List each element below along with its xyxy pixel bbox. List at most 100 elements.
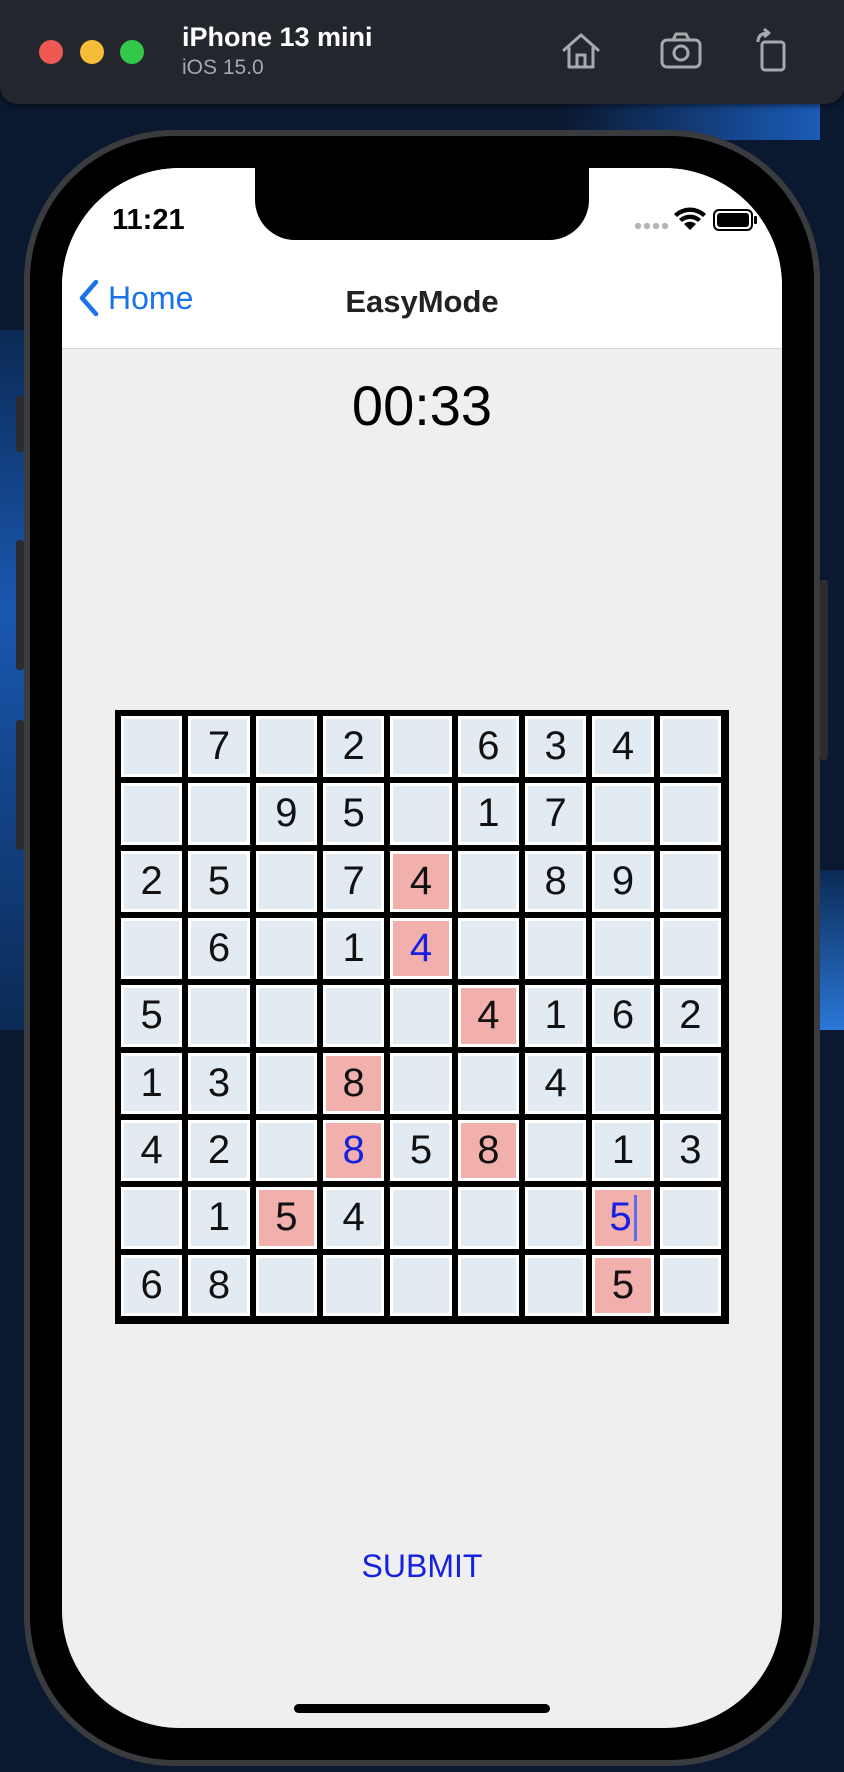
sudoku-cell[interactable] bbox=[121, 716, 183, 778]
sudoku-cell[interactable] bbox=[323, 1254, 385, 1316]
sudoku-cell[interactable]: 6 bbox=[188, 918, 250, 980]
sudoku-cell[interactable] bbox=[457, 850, 519, 912]
close-window-button[interactable] bbox=[39, 40, 63, 64]
sudoku-cell[interactable] bbox=[592, 918, 654, 980]
sudoku-cell[interactable]: 2 bbox=[188, 1120, 250, 1182]
sudoku-cell[interactable] bbox=[659, 1254, 721, 1316]
sudoku-cell[interactable]: 4 bbox=[457, 985, 519, 1047]
sudoku-cell[interactable]: 2 bbox=[659, 985, 721, 1047]
sudoku-cell[interactable]: 5 bbox=[188, 850, 250, 912]
sudoku-cell[interactable]: 4 bbox=[323, 1187, 385, 1249]
sudoku-cell[interactable] bbox=[255, 985, 317, 1047]
sudoku-cell[interactable]: 5 bbox=[592, 1254, 654, 1316]
sudoku-cell[interactable]: 4 bbox=[525, 1052, 587, 1114]
sudoku-cell[interactable] bbox=[457, 918, 519, 980]
sudoku-cell[interactable] bbox=[659, 783, 721, 845]
sudoku-cell[interactable]: 5 bbox=[592, 1187, 654, 1249]
status-time: 11:21 bbox=[112, 204, 185, 236]
sudoku-box: 8584 bbox=[323, 1120, 519, 1316]
sudoku-cell[interactable]: 8 bbox=[323, 1120, 385, 1182]
sudoku-cell[interactable] bbox=[390, 716, 452, 778]
sudoku-cell[interactable]: 7 bbox=[188, 716, 250, 778]
home-icon[interactable] bbox=[558, 28, 604, 74]
sudoku-cell[interactable] bbox=[592, 783, 654, 845]
sudoku-cell[interactable]: 4 bbox=[390, 850, 452, 912]
sudoku-cell[interactable] bbox=[659, 918, 721, 980]
sudoku-cell[interactable] bbox=[255, 1254, 317, 1316]
sudoku-cell[interactable]: 7 bbox=[323, 850, 385, 912]
sudoku-cell[interactable] bbox=[323, 985, 385, 1047]
sudoku-cell[interactable] bbox=[525, 1187, 587, 1249]
sudoku-cell[interactable]: 3 bbox=[188, 1052, 250, 1114]
zoom-window-button[interactable] bbox=[120, 40, 144, 64]
page-title: EasyMode bbox=[345, 284, 499, 319]
sudoku-box: 2 6 5 1 74 bbox=[323, 716, 519, 912]
sudoku-cell[interactable] bbox=[525, 1120, 587, 1182]
sudoku-cell[interactable] bbox=[390, 1254, 452, 1316]
sudoku-cell[interactable]: 4 bbox=[121, 1120, 183, 1182]
sudoku-cell[interactable]: 6 bbox=[592, 985, 654, 1047]
volume-up-button[interactable] bbox=[16, 540, 24, 670]
sudoku-cell[interactable] bbox=[255, 1052, 317, 1114]
sudoku-cell[interactable]: 1 bbox=[121, 1052, 183, 1114]
sudoku-box: 1355 bbox=[525, 1120, 721, 1316]
sudoku-cell[interactable]: 4 bbox=[390, 918, 452, 980]
sudoku-cell[interactable] bbox=[659, 1052, 721, 1114]
sudoku-cell[interactable] bbox=[659, 1187, 721, 1249]
sudoku-cell[interactable] bbox=[121, 783, 183, 845]
sudoku-cell[interactable]: 2 bbox=[323, 716, 385, 778]
sudoku-cell[interactable]: 5 bbox=[121, 985, 183, 1047]
sudoku-cell[interactable]: 8 bbox=[188, 1254, 250, 1316]
submit-button[interactable]: SUBMIT bbox=[62, 1548, 782, 1585]
sudoku-cell[interactable]: 5 bbox=[255, 1187, 317, 1249]
minimize-window-button[interactable] bbox=[80, 40, 104, 64]
sudoku-cell[interactable] bbox=[255, 850, 317, 912]
sudoku-cell[interactable]: 8 bbox=[525, 850, 587, 912]
sudoku-cell[interactable] bbox=[121, 918, 183, 980]
home-indicator[interactable] bbox=[294, 1704, 550, 1713]
sudoku-cell[interactable]: 2 bbox=[121, 850, 183, 912]
sudoku-cell[interactable] bbox=[457, 1052, 519, 1114]
sudoku-cell[interactable]: 5 bbox=[323, 783, 385, 845]
sudoku-cell[interactable]: 5 bbox=[390, 1120, 452, 1182]
sudoku-cell[interactable] bbox=[659, 716, 721, 778]
sudoku-cell[interactable] bbox=[457, 1254, 519, 1316]
sudoku-cell[interactable] bbox=[390, 1187, 452, 1249]
sudoku-cell[interactable] bbox=[390, 985, 452, 1047]
sudoku-cell[interactable]: 4 bbox=[592, 716, 654, 778]
sudoku-cell[interactable]: 6 bbox=[121, 1254, 183, 1316]
rotate-icon[interactable] bbox=[750, 28, 796, 74]
sudoku-cell[interactable] bbox=[188, 985, 250, 1047]
sudoku-cell[interactable]: 1 bbox=[457, 783, 519, 845]
sudoku-cell[interactable] bbox=[390, 1052, 452, 1114]
sudoku-cell[interactable]: 8 bbox=[457, 1120, 519, 1182]
sudoku-cell[interactable]: 1 bbox=[525, 985, 587, 1047]
sudoku-cell[interactable] bbox=[255, 716, 317, 778]
sudoku-cell[interactable] bbox=[188, 783, 250, 845]
notch bbox=[255, 168, 589, 240]
power-button[interactable] bbox=[820, 580, 828, 760]
mute-switch[interactable] bbox=[16, 396, 24, 452]
sudoku-cell[interactable] bbox=[121, 1187, 183, 1249]
sudoku-cell[interactable] bbox=[255, 1120, 317, 1182]
wifi-icon bbox=[674, 207, 706, 230]
screenshot-icon[interactable] bbox=[658, 28, 704, 74]
sudoku-cell[interactable]: 1 bbox=[323, 918, 385, 980]
sudoku-cell[interactable]: 9 bbox=[592, 850, 654, 912]
volume-down-button[interactable] bbox=[16, 720, 24, 850]
sudoku-cell[interactable] bbox=[525, 1254, 587, 1316]
sudoku-cell[interactable]: 3 bbox=[525, 716, 587, 778]
sudoku-cell[interactable]: 9 bbox=[255, 783, 317, 845]
sudoku-cell[interactable] bbox=[390, 783, 452, 845]
sudoku-cell[interactable]: 8 bbox=[323, 1052, 385, 1114]
sudoku-cell[interactable] bbox=[457, 1187, 519, 1249]
sudoku-cell[interactable] bbox=[525, 918, 587, 980]
sudoku-cell[interactable] bbox=[592, 1052, 654, 1114]
sudoku-cell[interactable] bbox=[255, 918, 317, 980]
sudoku-cell[interactable]: 7 bbox=[525, 783, 587, 845]
sudoku-cell[interactable]: 1 bbox=[188, 1187, 250, 1249]
sudoku-cell[interactable]: 1 bbox=[592, 1120, 654, 1182]
sudoku-cell[interactable]: 6 bbox=[457, 716, 519, 778]
sudoku-cell[interactable]: 3 bbox=[659, 1120, 721, 1182]
sudoku-cell[interactable] bbox=[659, 850, 721, 912]
